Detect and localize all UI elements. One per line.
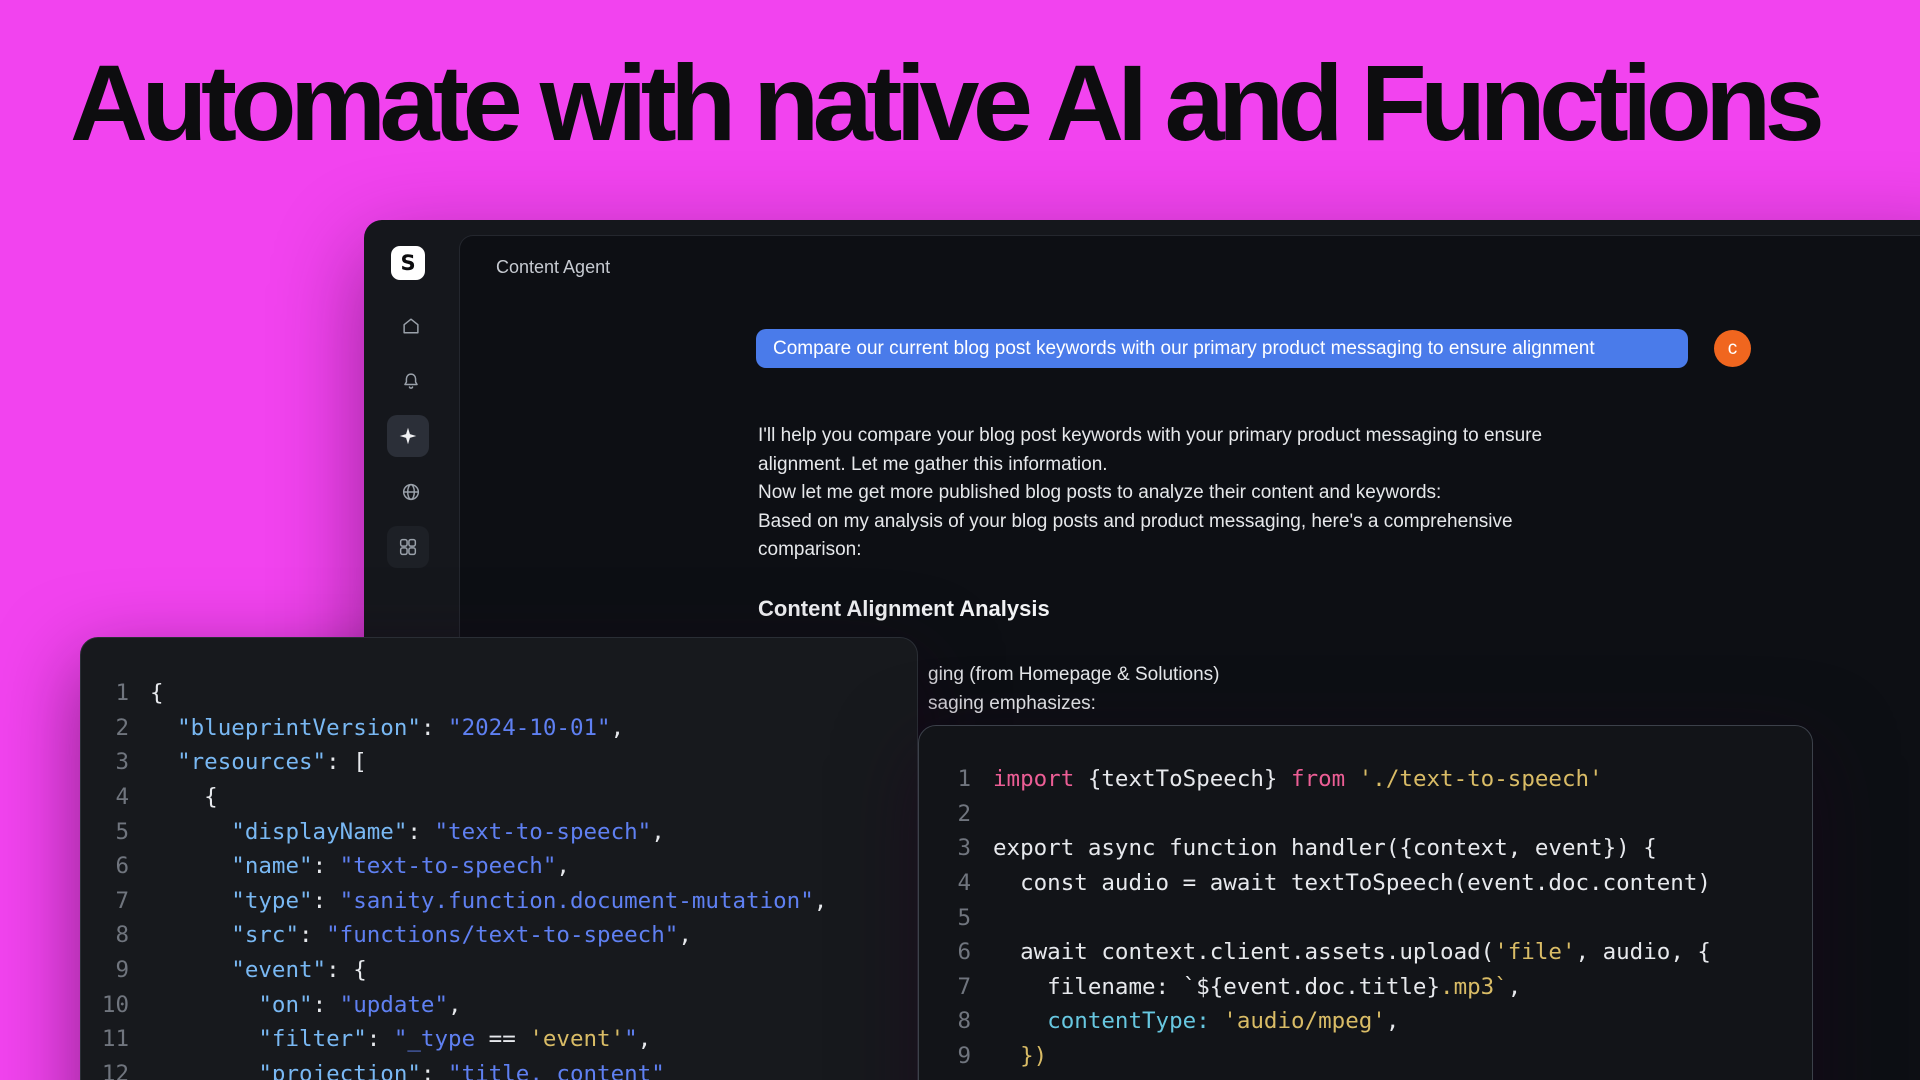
user-message-bubble: Compare our current blog post keywords w… <box>756 329 1688 368</box>
code-line: 7 filename: `${event.doc.title}.mp3`, <box>939 970 1812 1005</box>
code-line: 4 const audio = await textToSpeech(event… <box>939 866 1812 901</box>
line-number: 4 <box>97 784 129 810</box>
line-number: 6 <box>97 853 129 879</box>
text-line: Based on my analysis of your blog posts … <box>758 508 1598 565</box>
code-line: 2 "blueprintVersion": "2024-10-01", <box>97 711 917 746</box>
code-line: 3export async function handler({context,… <box>939 831 1812 866</box>
code-line: 1{ <box>97 676 917 711</box>
globe-icon <box>400 481 422 503</box>
assistant-partial-text: ging (from Homepage & Solutions)saging e… <box>928 661 1219 718</box>
line-number: 11 <box>97 1026 129 1052</box>
code-line: 8 "src": "functions/text-to-speech", <box>97 918 917 953</box>
sanity-logo-icon: S <box>400 251 415 275</box>
bell-icon <box>400 370 422 392</box>
page-title: Automate with native AI and Functions <box>70 44 1818 163</box>
line-number: 7 <box>939 974 971 1000</box>
line-number: 1 <box>97 680 129 706</box>
text-line: ging (from Homepage & Solutions) <box>928 661 1219 690</box>
line-number: 12 <box>97 1061 129 1080</box>
ai-assist-button[interactable] <box>387 415 429 457</box>
line-number: 2 <box>939 801 971 827</box>
code-line: 5 "displayName": "text-to-speech", <box>97 814 917 849</box>
js-editor-window: 1import {textToSpeech} from './text-to-s… <box>918 725 1813 1080</box>
text-line: Now let me get more published blog posts… <box>758 479 1598 508</box>
line-number: 7 <box>97 888 129 914</box>
assistant-message: I'll help you compare your blog post key… <box>758 422 1598 565</box>
line-number: 5 <box>939 905 971 931</box>
code-line: 9 "event": { <box>97 953 917 988</box>
code-line: 6 await context.client.assets.upload('fi… <box>939 935 1812 970</box>
sanity-logo-button[interactable]: S <box>391 246 425 280</box>
line-number: 3 <box>97 749 129 775</box>
code-line: 1import {textToSpeech} from './text-to-s… <box>939 762 1812 797</box>
line-number: 4 <box>939 870 971 896</box>
line-number: 6 <box>939 939 971 965</box>
line-number: 8 <box>939 1008 971 1034</box>
code-line: 3 "resources": [ <box>97 745 917 780</box>
plugin-button[interactable] <box>387 526 429 568</box>
line-number: 5 <box>97 819 129 845</box>
code-line: 6 "name": "text-to-speech", <box>97 849 917 884</box>
sparkle-icon <box>397 425 419 447</box>
user-avatar: c <box>1714 330 1751 367</box>
line-number: 2 <box>97 715 129 741</box>
text-line: I'll help you compare your blog post key… <box>758 422 1598 479</box>
plugin-icon <box>397 536 419 558</box>
user-message-row: Compare our current blog post keywords w… <box>756 329 1688 368</box>
home-button[interactable] <box>399 314 423 338</box>
code-line: 4 { <box>97 780 917 815</box>
code-line: 10 "on": "update", <box>97 987 917 1022</box>
text-line: saging emphasizes: <box>928 690 1219 719</box>
code-line: 12 "projection": "title, content" <box>97 1057 917 1080</box>
notifications-button[interactable] <box>399 369 423 393</box>
line-number: 8 <box>97 922 129 948</box>
line-number: 9 <box>939 1043 971 1069</box>
code-line: 5 <box>939 900 1812 935</box>
code-line: 9 }) <box>939 1039 1812 1074</box>
code-line: 7 "type": "sanity.function.document-muta… <box>97 884 917 919</box>
section-heading: Content Alignment Analysis <box>758 596 1050 622</box>
line-number: 1 <box>939 766 971 792</box>
code-line: 8 contentType: 'audio/mpeg', <box>939 1004 1812 1039</box>
code-line: 11 "filter": "_type == 'event'", <box>97 1022 917 1057</box>
line-number: 3 <box>939 835 971 861</box>
json-editor-window: 1{2 "blueprintVersion": "2024-10-01",3 "… <box>80 637 918 1080</box>
home-icon <box>400 315 422 337</box>
code-line: 2 <box>939 797 1812 832</box>
globe-button[interactable] <box>399 480 423 504</box>
line-number: 9 <box>97 957 129 983</box>
line-number: 10 <box>97 992 129 1018</box>
app-title: Content Agent <box>496 257 610 278</box>
